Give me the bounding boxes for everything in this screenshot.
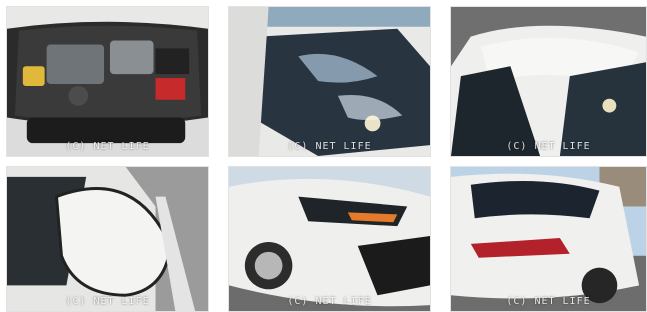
photo-engine-bay[interactable]: (C) NET LIFE <box>6 6 209 157</box>
photo-windshield[interactable]: (C) NET LIFE <box>228 6 431 157</box>
engine-bay-image <box>7 7 208 156</box>
photo-side-mirror[interactable]: (C) NET LIFE <box>6 166 209 312</box>
mirror-image <box>7 167 208 311</box>
photo-rear-taillight[interactable]: (C) NET LIFE <box>450 166 647 312</box>
windshield-image <box>229 7 430 156</box>
roof-image <box>451 7 646 156</box>
front-image <box>229 167 430 311</box>
photo-front-bumper-headlight[interactable]: (C) NET LIFE <box>228 166 431 312</box>
photo-roof-rear-window[interactable]: (C) NET LIFE <box>450 6 647 157</box>
rear-image <box>451 167 646 311</box>
photo-gallery: (C) NET LIFE (C) NET LIFE (C) NET LIFE (… <box>0 0 647 312</box>
